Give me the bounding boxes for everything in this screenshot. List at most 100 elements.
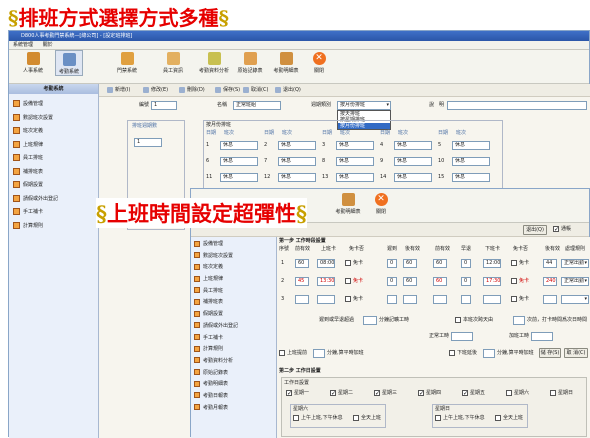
sun-full[interactable]: 全天上班 xyxy=(495,414,523,423)
sidebar-item[interactable]: 班次定義 xyxy=(191,262,276,274)
late-early-input[interactable] xyxy=(363,316,377,325)
early-ot-input[interactable] xyxy=(313,349,325,358)
sidebar-item[interactable]: 手工補卡 xyxy=(191,333,276,345)
shift-cell[interactable]: 休息 xyxy=(278,173,316,182)
sidebar-item-supplement[interactable]: 補排班表 xyxy=(9,166,98,180)
sidebar-item-devices[interactable]: 設備管理 xyxy=(9,98,98,112)
ot-hours-input[interactable] xyxy=(531,332,553,341)
name-input[interactable]: 正常班組 xyxy=(233,101,281,110)
add-button[interactable]: 新增(I) xyxy=(107,86,130,95)
attendance-analysis-button[interactable]: 考勤資料分析 xyxy=(195,50,233,74)
sidebar-item-employee-schedule[interactable]: 員工排班 xyxy=(9,152,98,166)
rule-select[interactable]: ▾ xyxy=(561,295,589,304)
clock-in-input[interactable] xyxy=(317,295,335,304)
clock-in-input[interactable]: 13:30 xyxy=(317,277,335,286)
sidebar-item[interactable]: 考勤明細表 xyxy=(191,379,276,391)
weekday-checkbox[interactable]: 星期三 xyxy=(374,389,397,398)
exit-button[interactable]: 退出(Q) xyxy=(523,225,547,235)
sun-half[interactable]: 上午上班,下午休息 xyxy=(435,414,485,423)
pre-valid-input[interactable] xyxy=(295,295,309,304)
exempt-in[interactable]: 免卡 xyxy=(345,295,363,304)
clock-out-input[interactable]: 17:30 xyxy=(483,277,501,286)
shift-cell[interactable]: 休息 xyxy=(220,157,258,166)
shift-cell[interactable]: 休息 xyxy=(278,157,316,166)
code-input[interactable]: 1 xyxy=(151,101,177,110)
sat-half[interactable]: 上午上班,下午休息 xyxy=(293,414,343,423)
delete-button[interactable]: 刪除(D) xyxy=(179,86,205,95)
post-valid-input[interactable]: 60 xyxy=(403,277,417,286)
exempt-in[interactable]: 免卡 xyxy=(345,259,363,268)
edit-button[interactable]: 修改(E) xyxy=(143,86,168,95)
weekday-checkbox[interactable]: 星期五 xyxy=(462,389,485,398)
sidebar-item-rules[interactable]: 上班規律 xyxy=(9,139,98,153)
hr-system-button[interactable]: 人事系統 xyxy=(19,50,47,74)
post-valid2-input[interactable]: 44 xyxy=(543,259,557,268)
sidebar-item[interactable]: 計算規則 xyxy=(191,344,276,356)
exempt-out[interactable]: 免卡 xyxy=(511,295,529,304)
save-button[interactable]: 儲 存(S) xyxy=(539,348,561,358)
rule-select[interactable]: 正常出勤 ▾ xyxy=(561,259,589,268)
weekday-checkbox[interactable]: 星期六 xyxy=(506,389,529,398)
weekday-checkbox[interactable]: 星期二 xyxy=(330,389,353,398)
shift-cell[interactable]: 休息 xyxy=(336,157,374,166)
shift-cell[interactable]: 休息 xyxy=(452,173,490,182)
sidebar-item-leave[interactable]: 請假或外出登記 xyxy=(9,193,98,207)
exempt-out[interactable]: 免卡 xyxy=(511,259,529,268)
exempt-in[interactable]: 免卡 xyxy=(345,277,363,286)
exit-button[interactable]: 退出(Q) xyxy=(275,86,301,95)
cycle-input[interactable]: 1 xyxy=(134,138,162,147)
shift-cell[interactable]: 休息 xyxy=(220,173,258,182)
menu-about[interactable]: 關於 xyxy=(43,42,53,48)
shift-cell[interactable]: 休息 xyxy=(452,157,490,166)
sidebar-item[interactable]: 設備管理 xyxy=(191,239,276,251)
early-input[interactable] xyxy=(461,295,471,304)
late-ot-input[interactable] xyxy=(483,349,495,358)
sidebar-item[interactable]: 考勤月報表 xyxy=(191,403,276,415)
access-system-button[interactable]: 門禁系統 xyxy=(113,50,141,74)
post-valid-input[interactable] xyxy=(403,295,417,304)
rule-select[interactable]: 正常出勤 ▾ xyxy=(561,277,589,286)
notinout-label[interactable]: 本班次跨天由 xyxy=(455,316,493,325)
close-button[interactable]: ✕ 關閉 xyxy=(367,191,395,215)
early-input[interactable]: 0 xyxy=(461,277,471,286)
attendance-detail-button[interactable]: 考勤明細表 xyxy=(331,191,365,215)
sidebar-item[interactable]: 上班規律 xyxy=(191,274,276,286)
save-button[interactable]: 保存(S) xyxy=(215,86,240,95)
type-select[interactable]: 按月份排班 ▾ xyxy=(337,101,391,110)
shift-cell[interactable]: 休息 xyxy=(278,141,316,150)
clock-out-input[interactable]: 12:00 xyxy=(483,259,501,268)
menu-system[interactable]: 系統管理 xyxy=(13,42,33,48)
shift-cell[interactable]: 休息 xyxy=(394,157,432,166)
late-input[interactable]: 0 xyxy=(387,259,397,268)
sidebar-item-default-shift[interactable]: 數認班次設置 xyxy=(9,112,98,126)
sidebar-item[interactable]: 考勤資料分析 xyxy=(191,356,276,368)
clock-out-input[interactable] xyxy=(483,295,501,304)
close-button[interactable]: ✕ 關閉 xyxy=(305,50,333,74)
exempt-out[interactable]: 免卡 xyxy=(511,277,529,286)
shift-cell[interactable]: 休息 xyxy=(394,173,432,182)
notinout-input[interactable] xyxy=(513,316,525,325)
employee-info-button[interactable]: 員工資訊 xyxy=(159,50,187,74)
pre-valid-input[interactable]: 45 xyxy=(295,277,309,286)
shift-cell[interactable]: 休息 xyxy=(336,173,374,182)
sidebar-item-shift-def[interactable]: 班次定義 xyxy=(9,125,98,139)
attendance-system-button[interactable]: 考勤系統 xyxy=(55,50,83,76)
shift-cell[interactable]: 休息 xyxy=(452,141,490,150)
std-hours-input[interactable] xyxy=(451,332,473,341)
sidebar-item[interactable]: 數認班次設置 xyxy=(191,251,276,263)
pre-valid2-input[interactable]: 60 xyxy=(433,277,447,286)
shift-cell[interactable]: 休息 xyxy=(394,141,432,150)
post-valid2-input[interactable]: 240 xyxy=(543,277,557,286)
cancel-button[interactable]: 取 消(C) xyxy=(564,348,588,358)
late-ot[interactable]: 下班延後 xyxy=(449,349,477,358)
early-input[interactable]: 0 xyxy=(461,259,471,268)
sidebar-item-calc-rules[interactable]: 計算規則 xyxy=(9,220,98,234)
sidebar-item[interactable]: 假期設置 xyxy=(191,309,276,321)
sidebar-item-manual-punch[interactable]: 手工補卡 xyxy=(9,206,98,220)
post-valid-input[interactable]: 60 xyxy=(403,259,417,268)
late-input[interactable] xyxy=(387,295,397,304)
desc-input[interactable] xyxy=(447,101,587,110)
late-input[interactable]: 0 xyxy=(387,277,397,286)
sidebar-item[interactable]: 員工排班 xyxy=(191,286,276,298)
checkbox-top[interactable]: 通帳 xyxy=(553,225,571,234)
